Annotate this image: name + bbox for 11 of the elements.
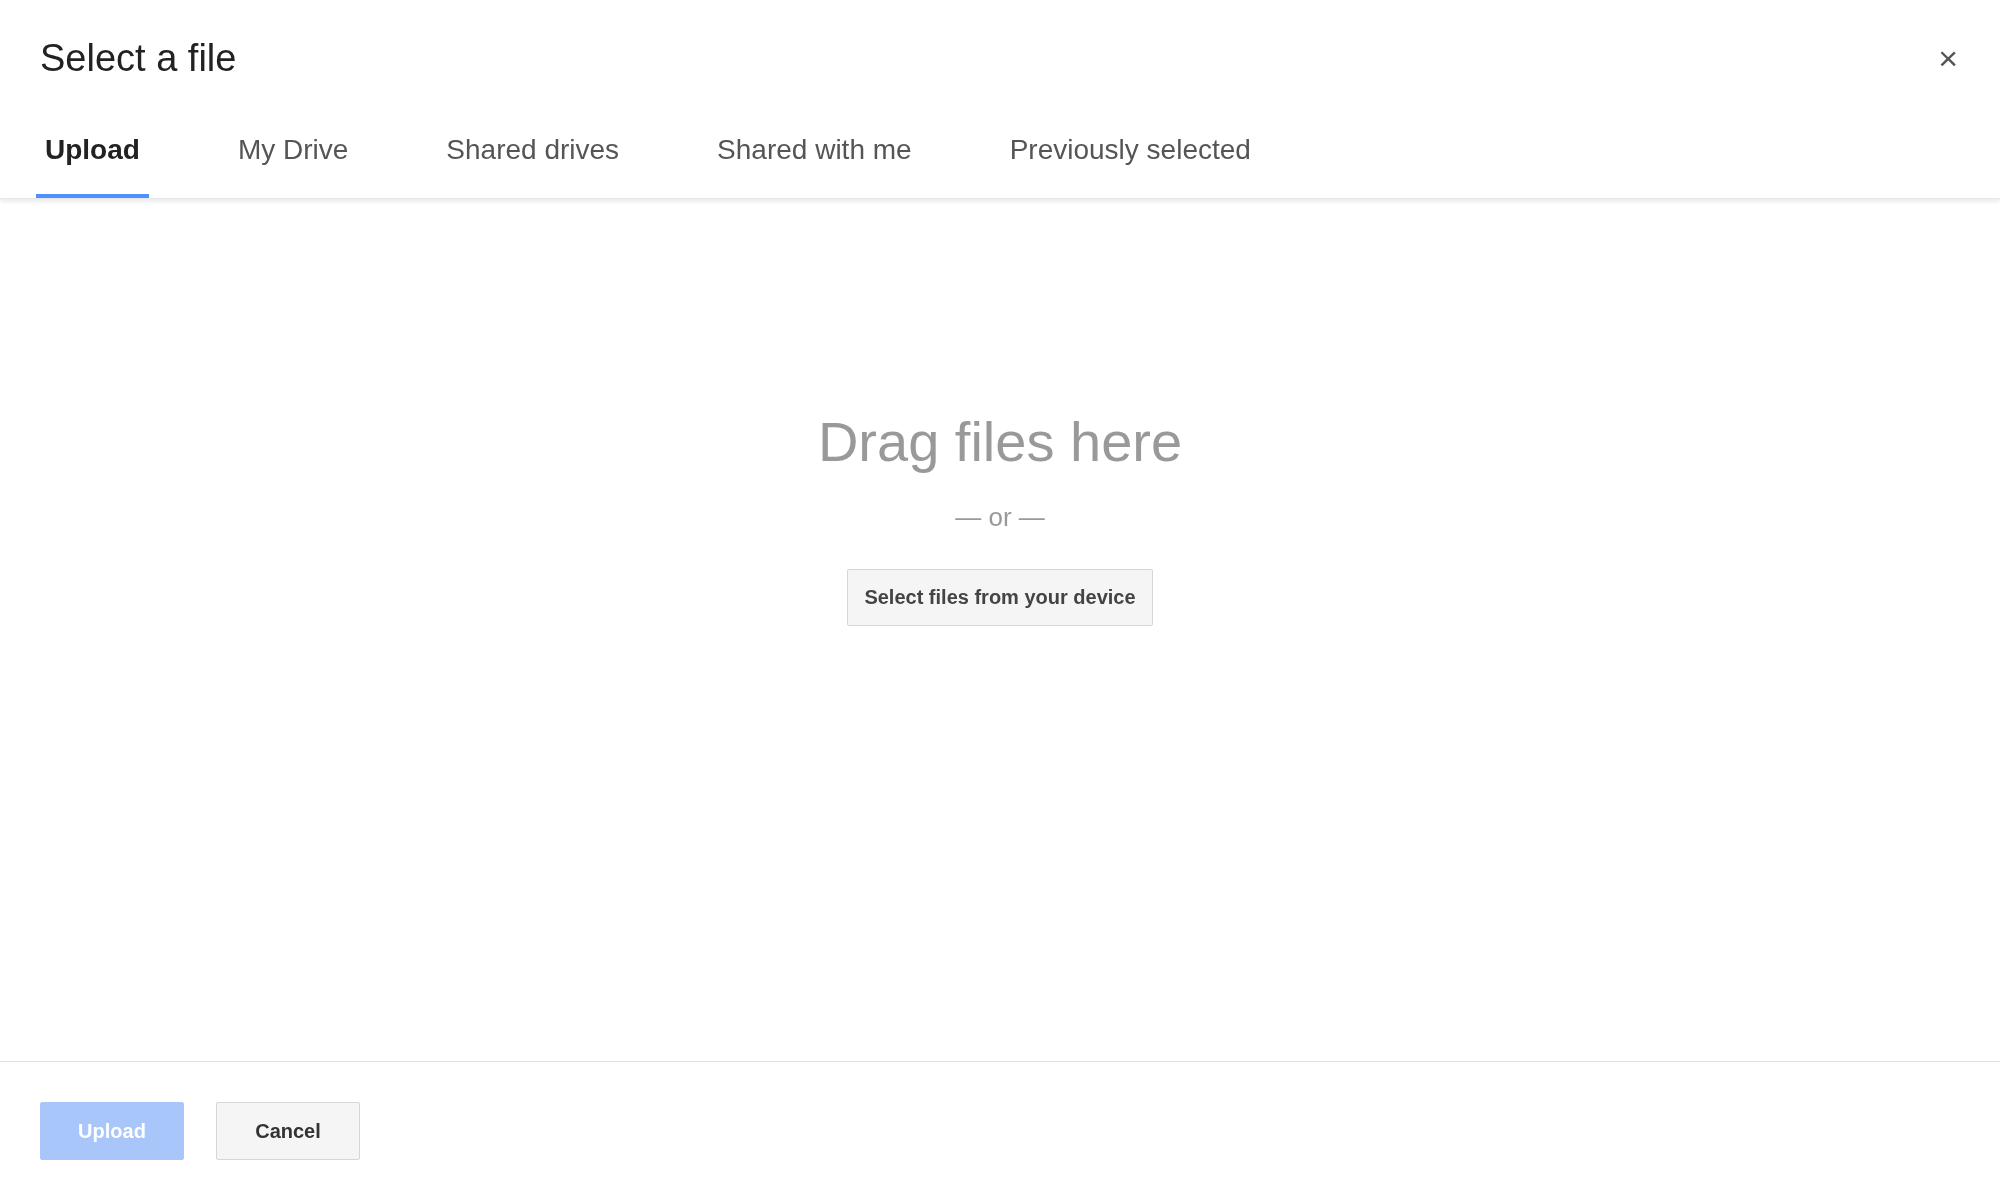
tab[interactable]: Shared drives: [437, 126, 629, 198]
dialog-title: Select a file: [40, 36, 237, 80]
select-files-button[interactable]: Select files from your device: [847, 569, 1153, 626]
drop-heading: Drag files here: [817, 409, 1183, 474]
close-button[interactable]: ×: [1932, 38, 1964, 78]
separator-text: — or —: [955, 502, 1045, 533]
tab[interactable]: Upload: [36, 126, 149, 198]
tab[interactable]: My Drive: [228, 126, 358, 198]
tab[interactable]: Shared with me: [708, 126, 921, 198]
footer-button[interactable]: Cancel: [216, 1102, 360, 1160]
tab[interactable]: Previously selected: [1000, 126, 1260, 198]
